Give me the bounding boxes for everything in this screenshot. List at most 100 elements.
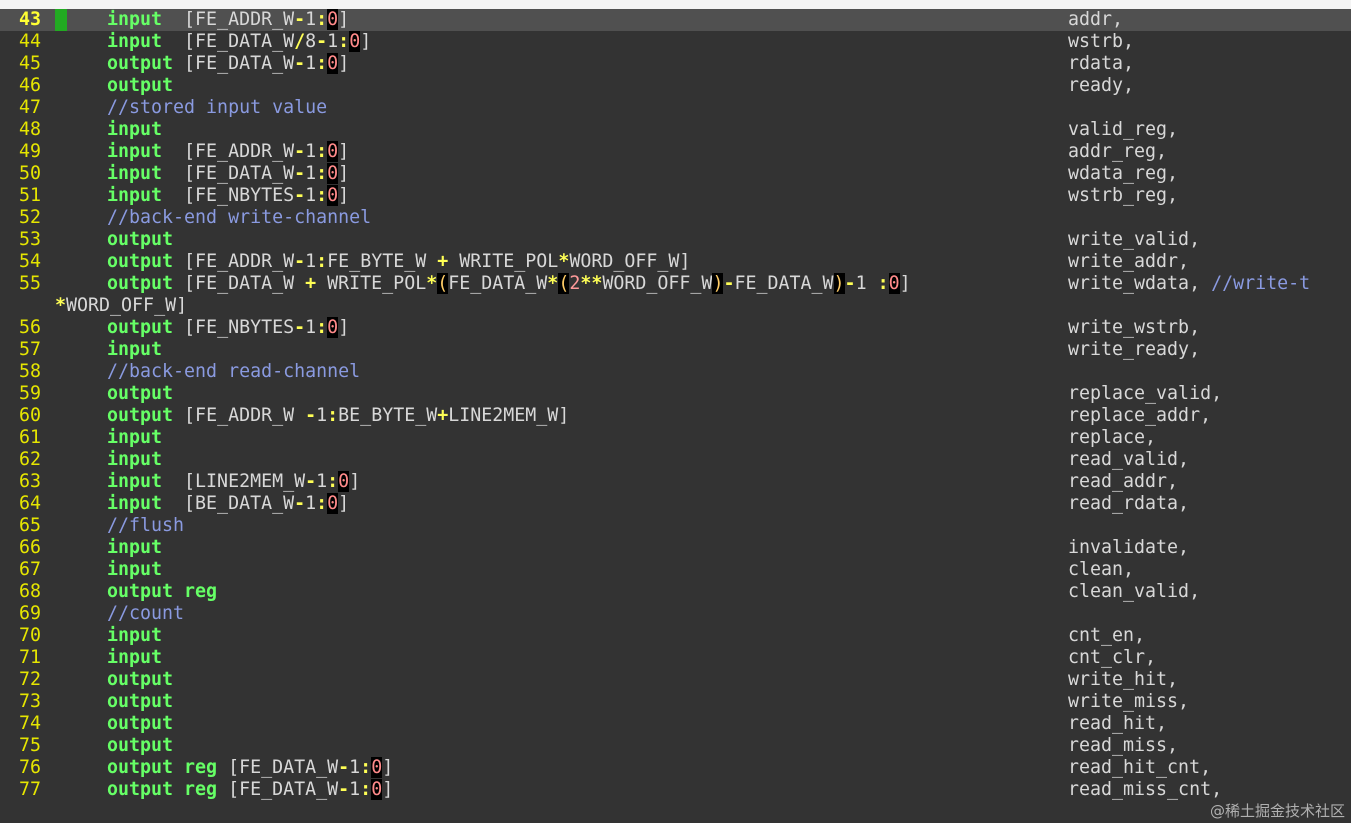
port-name[interactable]: read_miss_cnt, [1068,779,1222,801]
code-text[interactable]: input [FE_ADDR_W-1:0] [107,9,349,31]
code-line[interactable]: 66 input invalidate, [0,537,1351,559]
code-text[interactable]: output reg [FE_DATA_W-1:0] [107,779,393,801]
code-text[interactable]: output reg [FE_DATA_W-1:0] [107,757,393,779]
port-name[interactable]: write_ready, [1068,339,1200,361]
code-text[interactable]: input [BE_DATA_W-1:0] [107,493,349,515]
code-text[interactable]: input [107,119,162,141]
code-text[interactable]: input [107,537,162,559]
code-text[interactable]: input [FE_NBYTES-1:0] [107,185,349,207]
port-name[interactable]: wstrb_reg, [1068,185,1178,207]
code-line[interactable]: 77 output reg [FE_DATA_W-1:0] read_miss_cn… [0,779,1351,801]
port-name[interactable]: rdata, [1068,53,1134,75]
port-name[interactable]: cnt_en, [1068,625,1145,647]
port-name[interactable]: write_wstrb, [1068,317,1200,339]
code-text[interactable]: input [107,559,162,581]
code-text[interactable]: input [FE_ADDR_W-1:0] [107,141,349,163]
port-name[interactable]: replace, [1068,427,1156,449]
port-name[interactable]: wdata_reg, [1068,163,1178,185]
port-name[interactable]: cnt_clr, [1068,647,1156,669]
code-text[interactable]: output [107,691,173,713]
port-name[interactable]: addr_reg, [1068,141,1167,163]
port-name[interactable]: invalidate, [1068,537,1189,559]
code-editor[interactable]: 43 input [FE_ADDR_W-1:0] addr, 44 input [FE_… [0,9,1351,823]
code-text[interactable]: input [LINE2MEM_W-1:0] [107,471,360,493]
code-text[interactable]: output [107,713,173,735]
code-text[interactable]: //flush [107,515,184,537]
code-line[interactable]: 72 output write_hit, [0,669,1351,691]
port-name[interactable]: replace_valid, [1068,383,1222,405]
code-text[interactable]: //count [107,603,184,625]
code-text[interactable]: //stored input value [107,97,327,119]
code-line[interactable]: 49 input [FE_ADDR_W-1:0] addr_reg, [0,141,1351,163]
code-text[interactable]: //back-end read-channel [107,361,360,383]
code-text[interactable]: input [107,449,162,471]
code-line[interactable]: 46 output ready, [0,75,1351,97]
code-line[interactable]: 64 input [BE_DATA_W-1:0] read_rdata, [0,493,1351,515]
port-name[interactable]: write_valid, [1068,229,1200,251]
code-line[interactable]: 58 //back-end read-channel [0,361,1351,383]
code-line[interactable]: 74 output read_hit, [0,713,1351,735]
code-line[interactable]: 50 input [FE_DATA_W-1:0] wdata_reg, [0,163,1351,185]
code-line[interactable]: 57 input write_ready, [0,339,1351,361]
code-line[interactable]: 59 output replace_valid, [0,383,1351,405]
port-name[interactable]: valid_reg, [1068,119,1178,141]
port-name[interactable]: write_addr, [1068,251,1189,273]
port-name[interactable]: wstrb, [1068,31,1134,53]
port-name[interactable]: clean_valid, [1068,581,1200,603]
port-name[interactable]: clean, [1068,559,1134,581]
port-name[interactable]: write_wdata, //write-t [1068,273,1310,295]
code-text[interactable]: output [107,75,173,97]
code-text[interactable]: output reg [107,581,217,603]
port-name[interactable]: read_rdata, [1068,493,1189,515]
code-text[interactable]: output [FE_DATA_W + WRITE_POL*(FE_DATA_W… [107,273,911,295]
code-text[interactable]: input [107,647,162,669]
code-line[interactable]: 51 input [FE_NBYTES-1:0] wstrb_reg, [0,185,1351,207]
port-name[interactable]: read_miss, [1068,735,1178,757]
code-line[interactable]: 48 input valid_reg, [0,119,1351,141]
code-line[interactable]: 61 input replace, [0,427,1351,449]
code-text[interactable]: input [FE_DATA_W/8-1:0] [107,31,371,53]
code-line[interactable]: 69 //count [0,603,1351,625]
code-text[interactable]: output [107,229,173,251]
port-name[interactable]: write_miss, [1068,691,1189,713]
code-line[interactable]: 54 output [FE_ADDR_W-1:FE_BYTE_W + WRITE_… [0,251,1351,273]
code-line[interactable]: 55 output [FE_DATA_W + WRITE_POL*(FE_DATA… [0,273,1351,295]
code-line[interactable]: 75 output read_miss, [0,735,1351,757]
port-name[interactable]: read_addr, [1068,471,1178,493]
port-name[interactable]: ready, [1068,75,1134,97]
code-line[interactable]: 56 output [FE_NBYTES-1:0] write_wstrb, [0,317,1351,339]
port-name[interactable]: read_hit, [1068,713,1167,735]
code-line[interactable]: 71 input cnt_clr, [0,647,1351,669]
port-name[interactable]: addr, [1068,9,1123,31]
code-text[interactable]: *WORD_OFF_W] [55,295,187,317]
code-line[interactable]: 65 //flush [0,515,1351,537]
code-line[interactable]: 63 input [LINE2MEM_W-1:0] read_addr, [0,471,1351,493]
code-text[interactable]: output [FE_NBYTES-1:0] [107,317,349,339]
code-line[interactable]: 76 output reg [FE_DATA_W-1:0] read_hit_cnt… [0,757,1351,779]
code-text[interactable]: input [FE_DATA_W-1:0] [107,163,349,185]
code-text[interactable]: //back-end write-channel [107,207,371,229]
code-line[interactable]: 53 output write_valid, [0,229,1351,251]
code-text[interactable]: output [FE_ADDR_W -1:BE_BYTE_W+LINE2MEM_… [107,405,569,427]
code-line[interactable]: 68 output reg clean_valid, [0,581,1351,603]
code-line[interactable]: 60 output [FE_ADDR_W -1:BE_BYTE_W+LINE2ME… [0,405,1351,427]
code-line[interactable]: 52 //back-end write-channel [0,207,1351,229]
code-line[interactable]: 47 //stored input value [0,97,1351,119]
port-name[interactable]: write_hit, [1068,669,1178,691]
port-name[interactable]: replace_addr, [1068,405,1211,427]
code-line-wrap[interactable]: *WORD_OFF_W] [0,295,1351,317]
code-line[interactable]: 73 output write_miss, [0,691,1351,713]
port-name[interactable]: read_hit_cnt, [1068,757,1211,779]
code-line[interactable]: 44 input [FE_DATA_W/8-1:0] wstrb, [0,31,1351,53]
port-name[interactable]: read_valid, [1068,449,1189,471]
code-line[interactable]: 43 input [FE_ADDR_W-1:0] addr, [0,9,1351,31]
code-text[interactable]: output [107,669,173,691]
code-text[interactable]: input [107,625,162,647]
code-text[interactable]: input [107,339,162,361]
code-text[interactable]: output [FE_DATA_W-1:0] [107,53,349,75]
code-line[interactable]: 62 input read_valid, [0,449,1351,471]
code-text[interactable]: input [107,427,162,449]
code-line[interactable]: 67 input clean, [0,559,1351,581]
code-line[interactable]: 70 input cnt_en, [0,625,1351,647]
code-text[interactable]: output [FE_ADDR_W-1:FE_BYTE_W + WRITE_PO… [107,251,690,273]
